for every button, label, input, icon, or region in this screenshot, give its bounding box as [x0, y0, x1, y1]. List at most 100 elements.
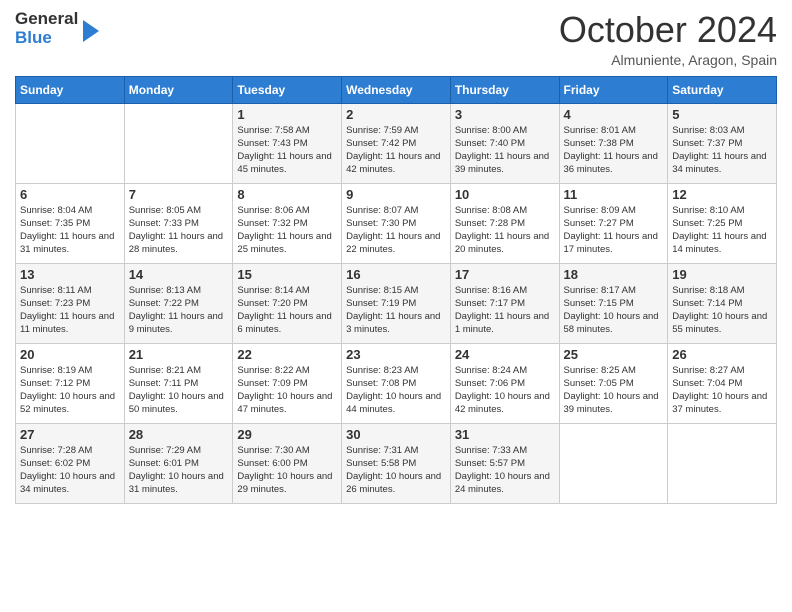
logo-arrow-icon: [83, 20, 99, 42]
day-headers-row: SundayMondayTuesdayWednesdayThursdayFrid…: [16, 76, 777, 103]
cell-details: Sunrise: 8:00 AMSunset: 7:40 PMDaylight:…: [455, 124, 555, 177]
month-title: October 2024: [559, 10, 777, 50]
cell-details: Sunrise: 8:04 AMSunset: 7:35 PMDaylight:…: [20, 204, 120, 257]
day-number: 1: [237, 107, 337, 122]
calendar-cell: 17 Sunrise: 8:16 AMSunset: 7:17 PMDayligh…: [450, 263, 559, 343]
cell-details: Sunrise: 8:16 AMSunset: 7:17 PMDaylight:…: [455, 284, 555, 337]
location: Almuniente, Aragon, Spain: [559, 52, 777, 68]
calendar-cell: 19Sunrise: 8:18 AMSunset: 7:14 PMDayligh…: [668, 263, 777, 343]
calendar-cell: 22 Sunrise: 8:22 AMSunset: 7:09 PMDayligh…: [233, 343, 342, 423]
day-number: 18: [564, 267, 664, 282]
logo-blue: Blue: [15, 29, 78, 48]
cell-details: Sunrise: 8:09 AMSunset: 7:27 PMDaylight:…: [564, 204, 664, 257]
cell-details: Sunrise: 7:58 AMSunset: 7:43 PMDaylight:…: [237, 124, 337, 177]
day-header-wednesday: Wednesday: [342, 76, 451, 103]
day-number: 27: [20, 427, 120, 442]
day-number: 24: [455, 347, 555, 362]
cell-details: Sunrise: 8:17 AMSunset: 7:15 PMDaylight:…: [564, 284, 664, 337]
day-number: 7: [129, 187, 229, 202]
cell-details: Sunrise: 8:06 AMSunset: 7:32 PMDaylight:…: [237, 204, 337, 257]
calendar-cell: 13 Sunrise: 8:11 AMSunset: 7:23 PMDayligh…: [16, 263, 125, 343]
calendar-cell: 27 Sunrise: 7:28 AMSunset: 6:02 PMDayligh…: [16, 423, 125, 503]
day-number: 12: [672, 187, 772, 202]
day-header-saturday: Saturday: [668, 76, 777, 103]
cell-details: Sunrise: 7:31 AMSunset: 5:58 PMDaylight:…: [346, 444, 446, 497]
day-number: 19: [672, 267, 772, 282]
day-header-friday: Friday: [559, 76, 668, 103]
week-row-2: 6 Sunrise: 8:04 AMSunset: 7:35 PMDaylight…: [16, 183, 777, 263]
day-number: 14: [129, 267, 229, 282]
calendar-cell: 18 Sunrise: 8:17 AMSunset: 7:15 PMDayligh…: [559, 263, 668, 343]
calendar-cell: 26 Sunrise: 8:27 AMSunset: 7:04 PMDayligh…: [668, 343, 777, 423]
day-number: 3: [455, 107, 555, 122]
cell-details: Sunrise: 8:15 AMSunset: 7:19 PMDaylight:…: [346, 284, 446, 337]
day-number: 11: [564, 187, 664, 202]
calendar-cell: 23 Sunrise: 8:23 AMSunset: 7:08 PMDayligh…: [342, 343, 451, 423]
cell-details: Sunrise: 8:24 AMSunset: 7:06 PMDaylight:…: [455, 364, 555, 417]
day-number: 21: [129, 347, 229, 362]
day-number: 13: [20, 267, 120, 282]
cell-details: Sunrise: 8:14 AMSunset: 7:20 PMDaylight:…: [237, 284, 337, 337]
day-number: 26: [672, 347, 772, 362]
calendar-cell: 5 Sunrise: 8:03 AMSunset: 7:37 PMDaylight…: [668, 103, 777, 183]
calendar-cell: 4 Sunrise: 8:01 AMSunset: 7:38 PMDaylight…: [559, 103, 668, 183]
day-header-thursday: Thursday: [450, 76, 559, 103]
calendar-cell: 21Sunrise: 8:21 AMSunset: 7:11 PMDayligh…: [124, 343, 233, 423]
calendar-cell: 1 Sunrise: 7:58 AMSunset: 7:43 PMDaylight…: [233, 103, 342, 183]
calendar-cell: 16 Sunrise: 8:15 AMSunset: 7:19 PMDayligh…: [342, 263, 451, 343]
day-number: 20: [20, 347, 120, 362]
calendar-cell: 20 Sunrise: 8:19 AMSunset: 7:12 PMDayligh…: [16, 343, 125, 423]
day-number: 5: [672, 107, 772, 122]
cell-details: Sunrise: 8:11 AMSunset: 7:23 PMDaylight:…: [20, 284, 120, 337]
day-number: 23: [346, 347, 446, 362]
calendar-cell: 12 Sunrise: 8:10 AMSunset: 7:25 PMDayligh…: [668, 183, 777, 263]
cell-details: Sunrise: 8:10 AMSunset: 7:25 PMDaylight:…: [672, 204, 772, 257]
calendar-cell: 30 Sunrise: 7:31 AMSunset: 5:58 PMDayligh…: [342, 423, 451, 503]
cell-details: Sunrise: 8:19 AMSunset: 7:12 PMDaylight:…: [20, 364, 120, 417]
logo-general: General: [15, 10, 78, 29]
day-number: 30: [346, 427, 446, 442]
cell-details: Sunrise: 8:03 AMSunset: 7:37 PMDaylight:…: [672, 124, 772, 177]
calendar-cell: 14 Sunrise: 8:13 AMSunset: 7:22 PMDayligh…: [124, 263, 233, 343]
calendar-cell: 25 Sunrise: 8:25 AMSunset: 7:05 PMDayligh…: [559, 343, 668, 423]
week-row-1: 1 Sunrise: 7:58 AMSunset: 7:43 PMDaylight…: [16, 103, 777, 183]
calendar-cell: 8 Sunrise: 8:06 AMSunset: 7:32 PMDaylight…: [233, 183, 342, 263]
cell-details: Sunrise: 7:28 AMSunset: 6:02 PMDaylight:…: [20, 444, 120, 497]
cell-details: Sunrise: 8:01 AMSunset: 7:38 PMDaylight:…: [564, 124, 664, 177]
day-number: 2: [346, 107, 446, 122]
cell-details: Sunrise: 8:25 AMSunset: 7:05 PMDaylight:…: [564, 364, 664, 417]
calendar-cell: 2Sunrise: 7:59 AMSunset: 7:42 PMDaylight…: [342, 103, 451, 183]
day-number: 9: [346, 187, 446, 202]
title-block: October 2024 Almuniente, Aragon, Spain: [559, 10, 777, 68]
day-number: 8: [237, 187, 337, 202]
cell-details: Sunrise: 7:29 AMSunset: 6:01 PMDaylight:…: [129, 444, 229, 497]
week-row-4: 20 Sunrise: 8:19 AMSunset: 7:12 PMDayligh…: [16, 343, 777, 423]
calendar-cell: [668, 423, 777, 503]
day-number: 29: [237, 427, 337, 442]
calendar-cell: [559, 423, 668, 503]
cell-details: Sunrise: 8:08 AMSunset: 7:28 PMDaylight:…: [455, 204, 555, 257]
day-number: 16: [346, 267, 446, 282]
day-number: 22: [237, 347, 337, 362]
calendar-cell: 28Sunrise: 7:29 AMSunset: 6:01 PMDayligh…: [124, 423, 233, 503]
day-header-monday: Monday: [124, 76, 233, 103]
calendar-cell: 11 Sunrise: 8:09 AMSunset: 7:27 PMDayligh…: [559, 183, 668, 263]
calendar-cell: 29Sunrise: 7:30 AMSunset: 6:00 PMDayligh…: [233, 423, 342, 503]
day-number: 4: [564, 107, 664, 122]
calendar-cell: [16, 103, 125, 183]
calendar-cell: 3 Sunrise: 8:00 AMSunset: 7:40 PMDaylight…: [450, 103, 559, 183]
cell-details: Sunrise: 8:05 AMSunset: 7:33 PMDaylight:…: [129, 204, 229, 257]
cell-details: Sunrise: 8:22 AMSunset: 7:09 PMDaylight:…: [237, 364, 337, 417]
day-header-sunday: Sunday: [16, 76, 125, 103]
cell-details: Sunrise: 8:23 AMSunset: 7:08 PMDaylight:…: [346, 364, 446, 417]
day-number: 31: [455, 427, 555, 442]
cell-details: Sunrise: 8:13 AMSunset: 7:22 PMDaylight:…: [129, 284, 229, 337]
day-number: 6: [20, 187, 120, 202]
calendar-table: SundayMondayTuesdayWednesdayThursdayFrid…: [15, 76, 777, 504]
cell-details: Sunrise: 8:27 AMSunset: 7:04 PMDaylight:…: [672, 364, 772, 417]
page-header: General Blue October 2024 Almuniente, Ar…: [15, 10, 777, 68]
day-number: 17: [455, 267, 555, 282]
day-number: 25: [564, 347, 664, 362]
calendar-cell: 24 Sunrise: 8:24 AMSunset: 7:06 PMDayligh…: [450, 343, 559, 423]
week-row-5: 27 Sunrise: 7:28 AMSunset: 6:02 PMDayligh…: [16, 423, 777, 503]
